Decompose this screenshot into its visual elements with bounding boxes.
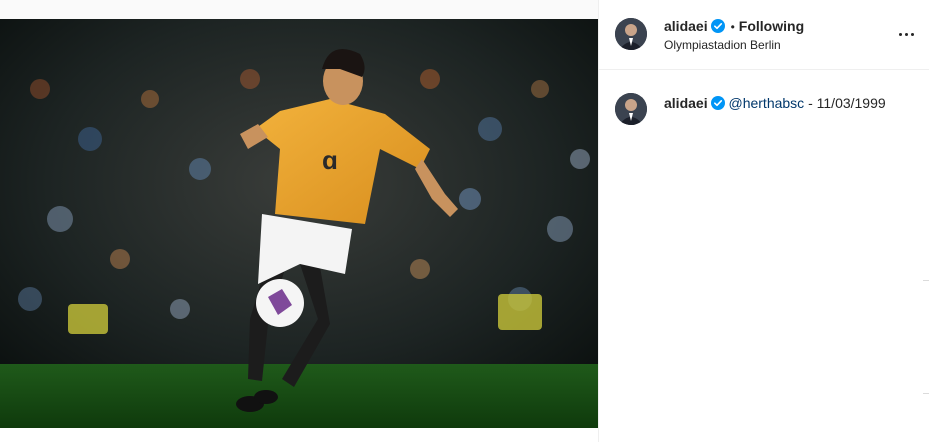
caption-date: 11/03/1999 [816,95,886,111]
caption-username[interactable]: alidaei [664,95,708,111]
following-button[interactable]: Following [739,18,804,34]
more-options-button[interactable] [894,24,918,44]
more-dot-icon [910,32,914,36]
follow-separator: • [730,20,735,34]
caption-mention-link[interactable]: @herthabsc [728,95,804,111]
bottom-background-strip [0,428,598,442]
post-photo[interactable]: ɑ [0,19,598,428]
post-side-panel: alidaei • Following Olympiastadion Berlin … [598,0,929,442]
panel-divider [923,393,929,394]
verified-badge-icon [710,19,725,36]
post-photo-image: ɑ [0,19,598,428]
post-header: alidaei • Following Olympiastadion Berlin [599,0,929,70]
header-avatar[interactable] [615,18,647,50]
avatar-image [615,93,647,125]
caption-avatar[interactable] [615,93,647,125]
header-username[interactable]: alidaei [664,18,708,34]
caption-row: alidaei @herthabsc - 11/03/1999 [664,95,886,113]
location-link[interactable]: Olympiastadion Berlin [664,38,781,52]
svg-text:ɑ: ɑ [322,145,338,175]
header-title-row: alidaei • Following [664,18,804,36]
top-background-strip [0,0,598,19]
more-dot-icon [904,32,908,36]
more-dot-icon [898,32,902,36]
caption-separator: - [808,95,813,111]
avatar-image [615,18,647,50]
panel-divider [923,280,929,281]
verified-badge-icon [710,96,725,113]
